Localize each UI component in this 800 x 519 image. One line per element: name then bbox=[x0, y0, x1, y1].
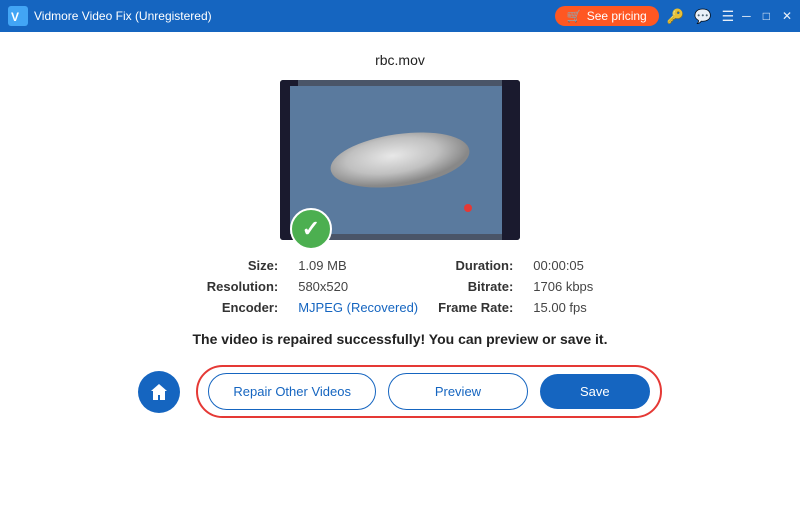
framerate-value: 15.00 fps bbox=[533, 300, 593, 315]
chat-icon[interactable]: 💬 bbox=[694, 8, 711, 25]
main-content: rbc.mov ✓ bbox=[0, 32, 800, 519]
framerate-label: Frame Rate: bbox=[438, 300, 513, 315]
success-message: The video is repaired successfully! You … bbox=[193, 331, 608, 347]
bitrate-label: Bitrate: bbox=[438, 279, 513, 294]
menu-icon[interactable]: ☰ bbox=[722, 8, 735, 25]
encoder-label: Encoder: bbox=[207, 300, 279, 315]
key-icon[interactable]: 🔑 bbox=[667, 8, 684, 25]
cart-icon: 🛒 bbox=[567, 9, 582, 23]
minimize-button[interactable]: ─ bbox=[742, 9, 751, 23]
duration-label: Duration: bbox=[438, 258, 513, 273]
toolbar-icons: 🔑 💬 ☰ bbox=[667, 8, 734, 25]
pricing-button[interactable]: 🛒 See pricing bbox=[555, 6, 659, 26]
close-button[interactable]: ✕ bbox=[782, 9, 792, 23]
pricing-label: See pricing bbox=[587, 9, 647, 23]
save-button[interactable]: Save bbox=[540, 374, 650, 409]
video-filename: rbc.mov bbox=[375, 52, 425, 68]
cursor-marker bbox=[464, 204, 472, 212]
encoder-value: MJPEG (Recovered) bbox=[298, 300, 418, 315]
bitrate-value: 1706 kbps bbox=[533, 279, 593, 294]
preview-button[interactable]: Preview bbox=[388, 373, 528, 410]
home-button[interactable] bbox=[138, 371, 180, 413]
svg-text:V: V bbox=[11, 10, 19, 24]
home-icon bbox=[149, 382, 169, 402]
resolution-label: Resolution: bbox=[207, 279, 279, 294]
title-bar: V Vidmore Video Fix (Unregistered) 🛒 See… bbox=[0, 0, 800, 32]
side-panel-right bbox=[502, 80, 520, 240]
app-logo: V bbox=[8, 6, 28, 26]
resolution-value: 580x520 bbox=[298, 279, 418, 294]
app-title: Vidmore Video Fix (Unregistered) bbox=[34, 9, 555, 23]
size-label: Size: bbox=[207, 258, 279, 273]
video-object-shape bbox=[320, 125, 480, 195]
action-buttons-box: Repair Other Videos Preview Save bbox=[196, 365, 661, 418]
action-area: Repair Other Videos Preview Save bbox=[138, 365, 661, 418]
success-badge: ✓ bbox=[290, 208, 332, 250]
maximize-button[interactable]: □ bbox=[763, 9, 770, 23]
window-controls: ─ □ ✕ bbox=[742, 9, 792, 23]
video-thumbnail-wrapper: ✓ bbox=[280, 80, 520, 240]
duration-value: 00:00:05 bbox=[533, 258, 593, 273]
video-info-table: Size: 1.09 MB Duration: 00:00:05 Resolut… bbox=[207, 258, 594, 315]
size-value: 1.09 MB bbox=[298, 258, 418, 273]
repair-other-button[interactable]: Repair Other Videos bbox=[208, 373, 376, 410]
